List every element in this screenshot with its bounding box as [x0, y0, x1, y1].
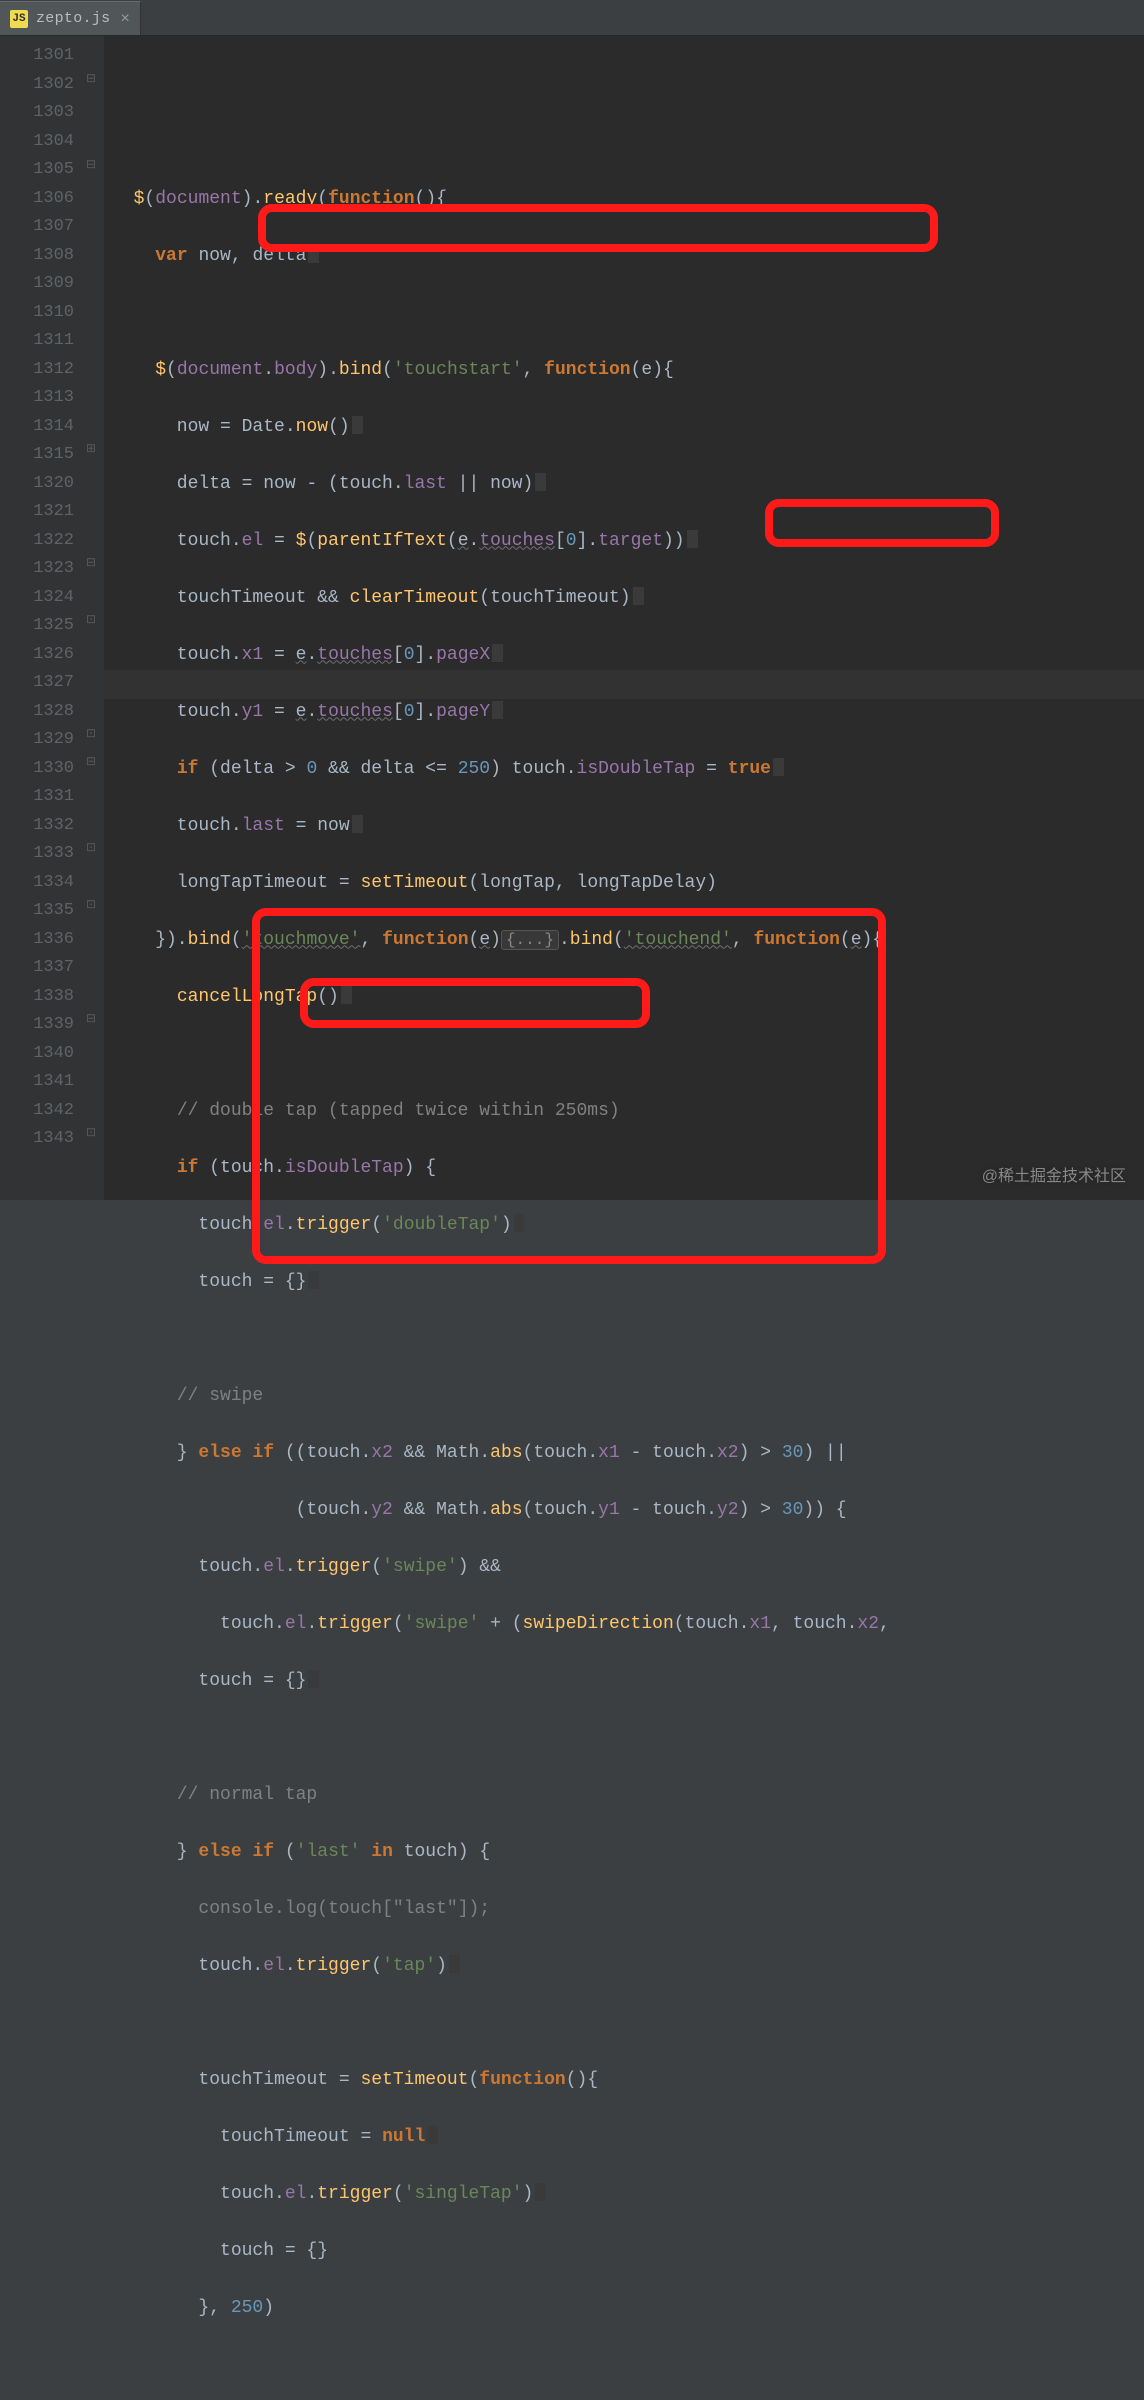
- code-line: [112, 1325, 1144, 1354]
- code-line: touchTimeout = null: [112, 2123, 1144, 2152]
- code-line: [112, 1040, 1144, 1069]
- tab-bar: JS zepto.js ×: [0, 0, 1144, 36]
- code-line: var now, delta: [112, 242, 1144, 271]
- code-line: (touch.y2 && Math.abs(touch.y1 - touch.y…: [112, 1496, 1144, 1525]
- watermark: @稀土掘金技术社区: [982, 1162, 1126, 1186]
- code-line: delta = now - (touch.last || now): [112, 470, 1144, 499]
- fold-icon[interactable]: ⊡: [84, 727, 98, 741]
- code-line: [112, 299, 1144, 328]
- code-line: touch.el.trigger('swipe' + (swipeDirecti…: [112, 1610, 1144, 1639]
- fold-icon[interactable]: ⊞: [84, 442, 98, 456]
- code-line: touch.el.trigger('doubleTap'): [112, 1211, 1144, 1240]
- fold-icon[interactable]: ⊡: [84, 1126, 98, 1140]
- code-line: touch = {}: [112, 1268, 1144, 1297]
- code-line: // swipe: [112, 1382, 1144, 1411]
- code-line: $(document).ready(function(){: [112, 185, 1144, 214]
- code-line: touch.el.trigger('swipe') &&: [112, 1553, 1144, 1582]
- line-number-gutter: 1301 1302 1303 1304 1305 1306 1307 1308 …: [0, 36, 80, 1200]
- code-line: touchTimeout = setTimeout(function(){: [112, 2066, 1144, 2095]
- code-line: } else if ('last' in touch) {: [112, 1838, 1144, 1867]
- code-editor[interactable]: 1301 1302 1303 1304 1305 1306 1307 1308 …: [0, 36, 1144, 1200]
- code-area[interactable]: $(document).ready(function(){ var now, d…: [104, 36, 1144, 1200]
- current-line-highlight: [104, 670, 1144, 699]
- code-line: }, 250): [112, 2294, 1144, 2323]
- code-line: touch.el.trigger('tap'): [112, 1952, 1144, 1981]
- code-line: touch.last = now: [112, 812, 1144, 841]
- fold-icon[interactable]: ⊡: [84, 613, 98, 627]
- code-line: if (delta > 0 && delta <= 250) touch.isD…: [112, 755, 1144, 784]
- code-line: }).bind('touchmove', function(e){...}.bi…: [112, 926, 1144, 955]
- code-line: now = Date.now(): [112, 413, 1144, 442]
- code-line: $(document.body).bind('touchstart', func…: [112, 356, 1144, 385]
- code-line: [112, 2009, 1144, 2038]
- code-line: [112, 128, 1144, 157]
- code-line: touch.y1 = e.touches[0].pageY: [112, 698, 1144, 727]
- code-line: touch.x1 = e.touches[0].pageX: [112, 641, 1144, 670]
- code-line: touch = {}: [112, 1667, 1144, 1696]
- code-line: console.log(touch["last"]);: [112, 1895, 1144, 1924]
- tab-filename: zepto.js: [36, 10, 110, 27]
- code-line: touchTimeout && clearTimeout(touchTimeou…: [112, 584, 1144, 613]
- fold-icon[interactable]: ⊟: [84, 72, 98, 86]
- fold-icon[interactable]: ⊟: [84, 755, 98, 769]
- code-line: longTapTimeout = setTimeout(longTap, lon…: [112, 869, 1144, 898]
- code-line: touch.el.trigger('singleTap'): [112, 2180, 1144, 2209]
- code-line: cancelLongTap(): [112, 983, 1144, 1012]
- code-line: // normal tap: [112, 1781, 1144, 1810]
- js-icon: JS: [10, 10, 28, 28]
- fold-icon[interactable]: ⊟: [84, 158, 98, 172]
- close-icon[interactable]: ×: [118, 10, 132, 28]
- fold-icon[interactable]: ⊟: [84, 556, 98, 570]
- code-line: touch.el = $(parentIfText(e.touches[0].t…: [112, 527, 1144, 556]
- fold-icon[interactable]: ⊡: [84, 898, 98, 912]
- code-line: [112, 1724, 1144, 1753]
- code-line: // double tap (tapped twice within 250ms…: [112, 1097, 1144, 1126]
- folded-region[interactable]: {...}: [501, 930, 559, 950]
- file-tab[interactable]: JS zepto.js ×: [0, 1, 141, 35]
- code-line: } else if ((touch.x2 && Math.abs(touch.x…: [112, 1439, 1144, 1468]
- fold-column: ⊟ ⊟ ⊞ ⊟ ⊡ ⊡ ⊟ ⊡ ⊡ ⊟ ⊡: [80, 36, 104, 1200]
- code-line: touch = {}: [112, 2237, 1144, 2266]
- fold-icon[interactable]: ⊟: [84, 1012, 98, 1026]
- fold-icon[interactable]: ⊡: [84, 841, 98, 855]
